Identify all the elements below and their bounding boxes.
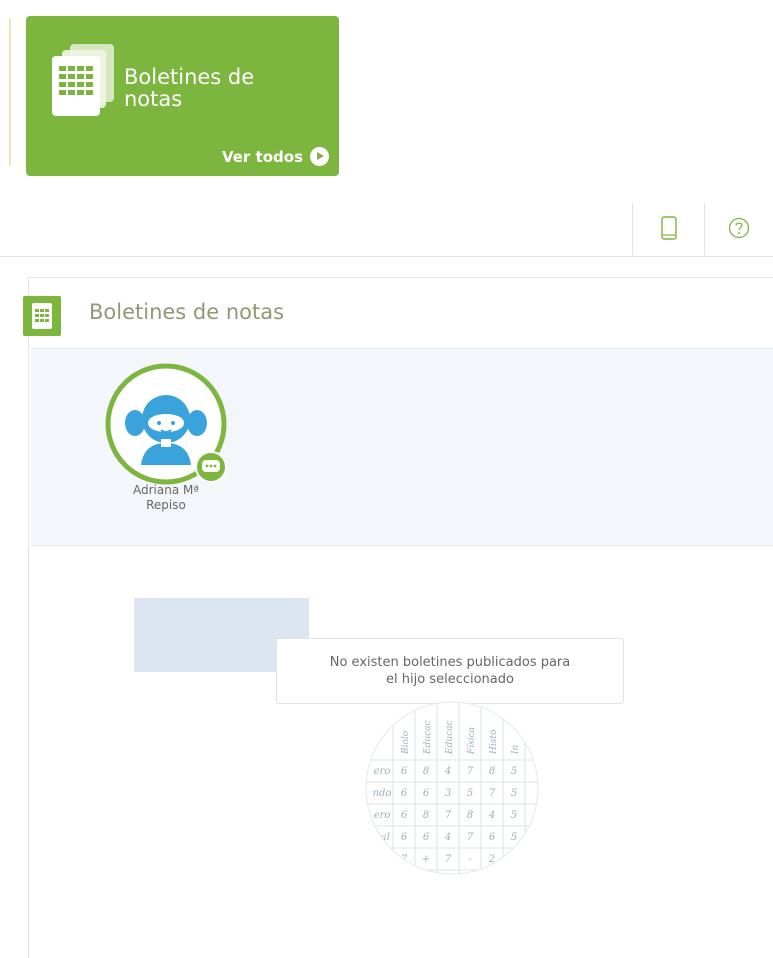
tile-title: Boletines de notas — [124, 65, 255, 111]
panel-title: Boletines de notas — [89, 300, 285, 324]
grade-cell: 6 — [401, 766, 408, 777]
child-name: Adriana Mª Repiso — [132, 483, 200, 512]
grade-cell: 7 — [467, 832, 474, 843]
empty-state-message: No existen boletines publicados para el … — [276, 638, 624, 704]
grade-cell: 7 — [467, 766, 474, 777]
grade-cell: 4 — [444, 832, 451, 843]
toolbar-bottom-divider — [0, 256, 773, 257]
tablet-icon — [661, 216, 677, 240]
grade-cell: 3 — [445, 788, 451, 799]
grade-header: Física — [466, 727, 477, 755]
grade-cell: 5 — [511, 810, 517, 821]
grade-cell: ero — [374, 810, 391, 821]
grades-table-icon: Biolo Educac Educac Física Histo In ero 6 8 4 7 8 5 n… — [365, 701, 539, 875]
grade-header: Educac — [445, 720, 455, 755]
grade-cell: 6 — [423, 832, 430, 843]
play-circle-icon — [310, 147, 329, 166]
grade-cell: 6 — [489, 832, 496, 843]
girl-avatar-icon — [105, 363, 227, 485]
grade-cell: 7 — [445, 810, 452, 821]
grade-header: Educac — [423, 720, 433, 755]
grade-cell: 4 — [488, 810, 495, 821]
child-item[interactable]: Adriana Mª Repiso — [101, 361, 231, 513]
tablet-view-button[interactable] — [649, 206, 689, 250]
grade-cell: 8 — [423, 766, 429, 777]
grade-cell: 5 — [511, 832, 517, 843]
grade-header: Biolo — [401, 730, 411, 755]
help-circle-icon — [728, 217, 750, 239]
children-selector: Adriana Mª Repiso — [31, 348, 773, 546]
accent-line — [9, 18, 11, 166]
help-button[interactable] — [719, 206, 759, 250]
grade-cell: ndo — [373, 788, 392, 799]
grade-cell: 6 — [401, 788, 408, 799]
report-cards-tile[interactable]: Boletines de notas Ver todos — [26, 16, 339, 176]
grade-cell: + — [422, 854, 430, 865]
toolbar-divider — [704, 203, 705, 255]
see-all-link[interactable]: Ver todos — [222, 147, 329, 166]
toolbar-divider — [632, 203, 633, 255]
grade-cell: ero — [374, 766, 391, 777]
grade-cell: 8 — [423, 810, 429, 821]
grade-cell: 5 — [511, 788, 517, 799]
report-card-icon — [52, 44, 114, 116]
see-all-label: Ver todos — [221, 147, 303, 166]
grade-cell: 6 — [423, 788, 430, 799]
panel-header: Boletines de notas — [23, 278, 773, 348]
grade-cell: 4 — [444, 766, 451, 777]
grade-cell: 6 — [401, 810, 408, 821]
grade-header: In — [511, 744, 521, 755]
grade-cell: 5 — [467, 788, 473, 799]
grade-cell: 8 — [489, 766, 495, 777]
grade-header: Histo — [489, 729, 499, 755]
avatar — [103, 361, 229, 487]
report-card-icon — [23, 296, 61, 336]
grade-cell: 6 — [401, 832, 408, 843]
grade-cell: 7 — [445, 854, 452, 865]
grade-cell: 7 — [489, 788, 496, 799]
grade-cell: 5 — [511, 766, 517, 777]
grade-cell: 8 — [467, 810, 473, 821]
chat-bubble-icon — [202, 460, 220, 472]
